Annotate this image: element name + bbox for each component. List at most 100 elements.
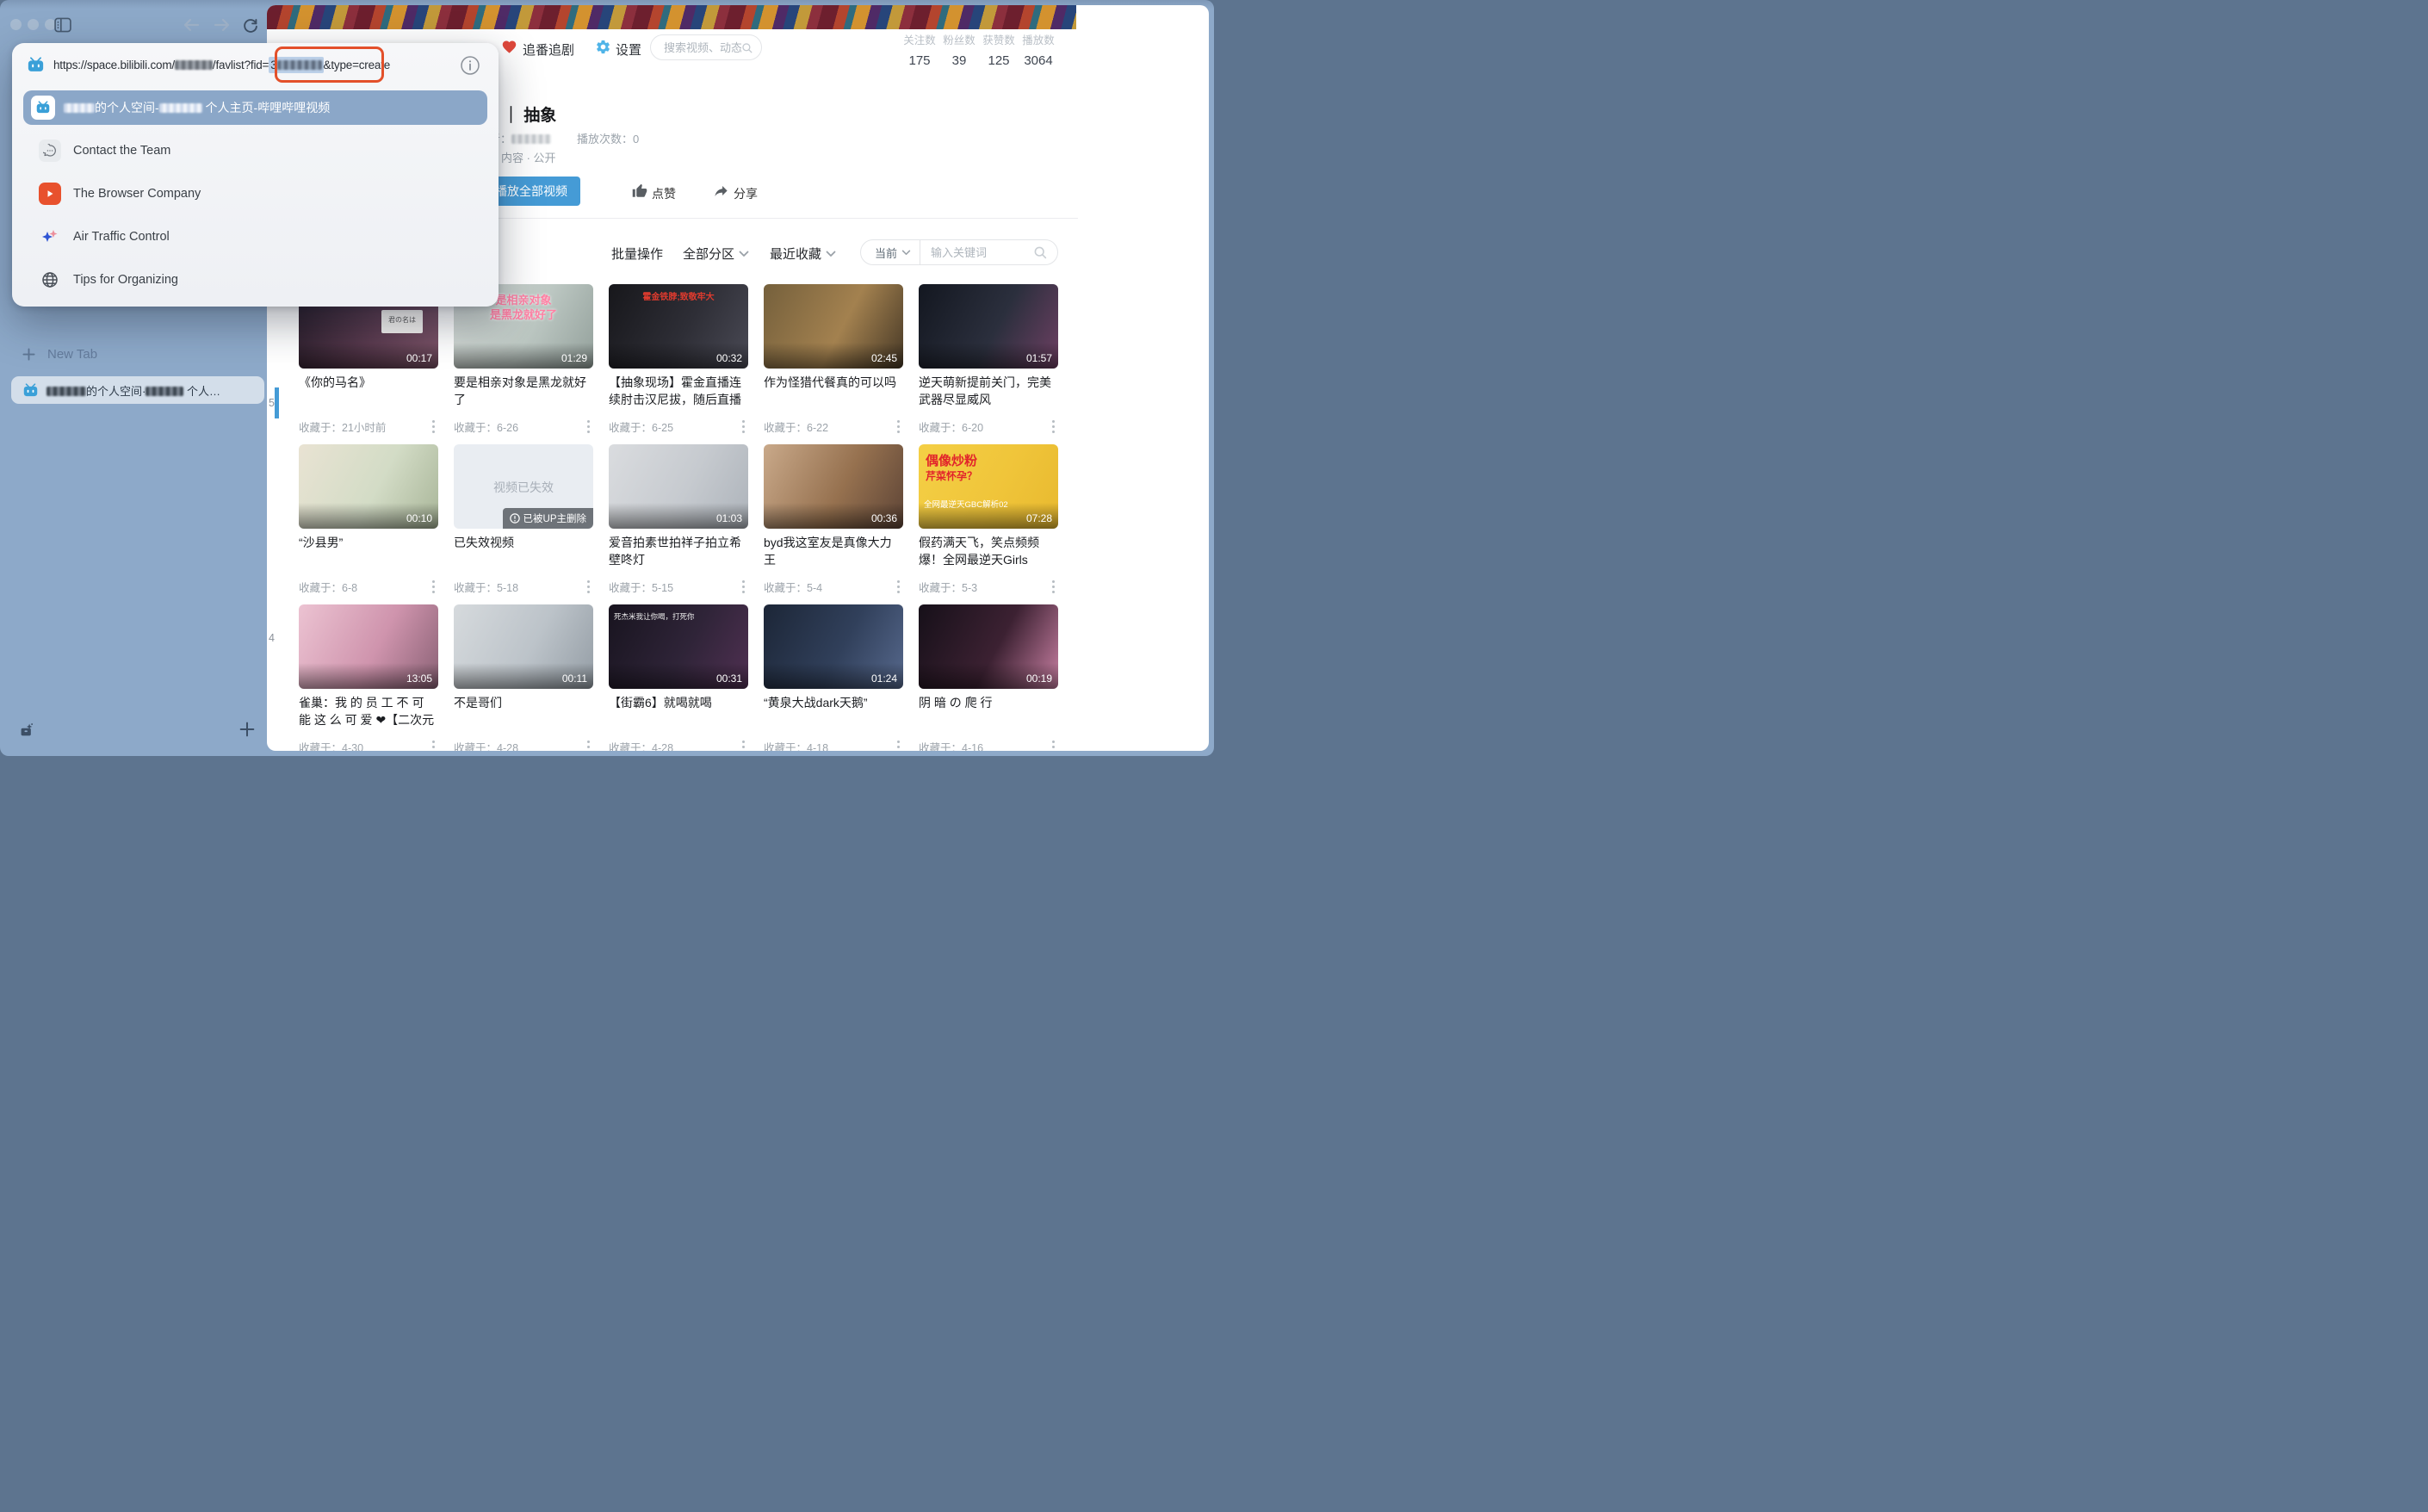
header-search-box[interactable] [650,34,762,60]
keyword-input[interactable] [931,246,1033,259]
video-thumbnail[interactable]: 00:36 [764,444,903,529]
video-thumbnail[interactable]: 00:11 [454,604,593,689]
plus-icon[interactable] [239,722,255,737]
video-card[interactable]: 01:03 爱音拍素世拍祥子拍立希壁咚灯 收藏于：5-15 [609,444,748,598]
more-icon[interactable] [587,580,591,594]
more-icon[interactable] [1052,741,1056,752]
back-icon[interactable] [183,18,200,32]
video-title[interactable]: 爱音拍素世拍祥子拍立希壁咚灯 [609,535,748,568]
video-card[interactable]: 02:45 作为怪猎代餐真的可以吗 收藏于：6-22 [764,284,903,437]
settings-link[interactable]: 设置 [616,40,641,59]
suggestion-contact-team[interactable]: Contact the Team [23,133,487,168]
more-icon[interactable] [742,741,746,752]
video-thumbnail[interactable]: 霍金铁脖;致敬牢大 00:32 [609,284,748,369]
video-title[interactable]: “黄泉大战dark天鹅” [764,695,903,712]
video-thumbnail[interactable]: 02:45 [764,284,903,369]
scope-dropdown[interactable]: 当前 [875,245,897,261]
video-title[interactable]: 【抽象现场】霍金直播连续肘击汉尼拔，随后直播间被封 [609,375,748,408]
more-icon[interactable] [432,741,436,752]
like-button[interactable]: 点赞 [652,185,676,202]
sparkle-icon [39,226,61,248]
video-title[interactable]: 阴 暗 の 爬 行 [919,695,1058,712]
video-thumbnail[interactable]: 01:57 [919,284,1058,369]
collection-title: ｜ 抽象 [503,102,556,126]
video-title[interactable]: 要是相亲对象是黑龙就好了 [454,375,593,408]
minimize-window-icon[interactable] [28,19,39,30]
info-icon[interactable] [460,55,480,76]
share-icon[interactable] [713,183,729,199]
video-card[interactable]: 00:19 阴 暗 の 爬 行 收藏于：4-16 [919,604,1058,751]
video-thumbnail[interactable]: 01:03 [609,444,748,529]
thumbs-up-icon[interactable] [632,183,647,199]
category-dropdown[interactable]: 全部分区 [683,245,734,263]
video-card[interactable]: 00:10 “沙县男” 收藏于：6-8 [299,444,438,598]
more-icon[interactable] [587,420,591,434]
sidebar-toggle-icon[interactable] [54,17,71,33]
more-icon[interactable] [587,741,591,752]
suggestion-active-bilibili[interactable]: 的个人空间- 个人主页-哔哩哔哩视频 [23,90,487,125]
video-title[interactable]: 逆天萌新提前关门，完美武器尽显威风 [919,375,1058,408]
video-thumbnail[interactable]: 死杰米我让你喝，打死你 00:31 [609,604,748,689]
video-title[interactable]: 作为怪猎代餐真的可以吗 [764,375,903,392]
video-title[interactable]: 假药满天飞，笑点频频爆！全网最逆天Girls Band Cry解析 [919,535,1058,568]
more-icon[interactable] [742,420,746,434]
close-window-icon[interactable] [10,19,22,30]
video-card[interactable]: 00:36 byd我这室友是真像大力王 收藏于：5-4 [764,444,903,598]
keyword-search-box[interactable]: 当前 [860,239,1058,265]
video-title[interactable]: byd我这室友是真像大力王 [764,535,903,568]
fav-anime-link[interactable]: 追番追剧 [523,40,574,59]
suggestion-air-traffic-control[interactable]: Air Traffic Control [23,220,487,254]
video-thumbnail[interactable]: 00:10 [299,444,438,529]
forward-icon[interactable] [214,18,231,32]
search-icon[interactable] [1033,245,1047,259]
duration-badge: 00:10 [406,512,432,524]
video-title[interactable]: 【街霸6】就喝就喝 [609,695,748,712]
video-title[interactable]: 不是哥们 [454,695,593,712]
video-title[interactable]: 雀巢：我 的 员 工 不 可 能 这 么 可 爱 ❤【二次元爆改 [299,695,438,728]
suggestion-tips-organizing[interactable]: Tips for Organizing [23,263,487,297]
video-thumbnail[interactable]: 13:05 [299,604,438,689]
more-icon[interactable] [897,420,901,434]
video-card[interactable]: 霍金铁脖;致敬牢大 00:32 【抽象现场】霍金直播连续肘击汉尼拔，随后直播间被… [609,284,748,437]
url-selection: 3 [269,57,323,73]
more-icon[interactable] [432,420,436,434]
suggestion-browser-company[interactable]: The Browser Company [23,177,487,211]
video-card[interactable]: 13:05 雀巢：我 的 员 工 不 可 能 这 么 可 爱 ❤【二次元爆改 收… [299,604,438,751]
video-card[interactable]: 死杰米我让你喝，打死你 00:31 【街霸6】就喝就喝 收藏于：4-28 [609,604,748,751]
sort-dropdown[interactable]: 最近收藏 [770,245,821,263]
video-card[interactable]: 01:57 逆天萌新提前关门，完美武器尽显威风 收藏于：6-20 [919,284,1058,437]
more-icon[interactable] [897,580,901,594]
video-thumbnail[interactable]: 偶像炒粉 芹菜怀孕？ 全网最逆天GBC解析02 07:28 [919,444,1058,529]
more-icon[interactable] [432,580,436,594]
video-card[interactable]: 是相亲对象 是黑龙就好了 01:29 要是相亲对象是黑龙就好了 收藏于：6-26 [454,284,593,437]
suggestion-label: Contact the Team [73,144,170,158]
video-title[interactable]: 《你的马名》 [299,375,438,392]
archive-box-icon[interactable] [19,722,35,738]
sidebar-tab-bilibili[interactable]: 的个人空间· 个人… [11,376,264,404]
more-icon[interactable] [1052,580,1056,594]
url-input[interactable]: https://space.bilibili.com//favlist?fid=… [53,59,390,71]
video-card[interactable]: 00:11 不是哥们 收藏于：4-28 [454,604,593,751]
video-thumbnail[interactable]: 00:19 [919,604,1058,689]
video-card[interactable]: 偶像炒粉 芹菜怀孕？ 全网最逆天GBC解析02 07:28 假药满天飞，笑点频频… [919,444,1058,598]
batch-operations-button[interactable]: 批量操作 [611,245,663,263]
video-thumbnail[interactable]: 01:24 [764,604,903,689]
header-search-input[interactable] [664,41,741,54]
more-icon[interactable] [1052,420,1056,434]
traffic-lights[interactable] [10,19,56,30]
new-tab-button[interactable]: New Tab [22,347,97,362]
video-thumbnail[interactable]: 视频已失效 已被UP主删除 [454,444,593,529]
invalid-text: 视频已失效 [454,479,593,496]
video-title[interactable]: “沙县男” [299,535,438,552]
video-card[interactable]: 01:24 “黄泉大战dark天鹅” 收藏于：4-18 [764,604,903,751]
video-card-invalid[interactable]: 视频已失效 已被UP主删除 已失效视频 收藏于：5-18 [454,444,593,598]
deleted-badge: 已被UP主删除 [503,508,593,529]
thumb-caption: 全网最逆天GBC解析02 [924,498,1008,510]
video-card[interactable]: 君の名は 00:17 《你的马名》 收藏于：21小时前 [299,284,438,437]
reload-icon[interactable] [242,16,258,34]
new-tab-label: New Tab [47,347,97,362]
video-title[interactable]: 已失效视频 [454,535,593,552]
more-icon[interactable] [897,741,901,752]
share-button[interactable]: 分享 [734,185,758,202]
more-icon[interactable] [742,580,746,594]
